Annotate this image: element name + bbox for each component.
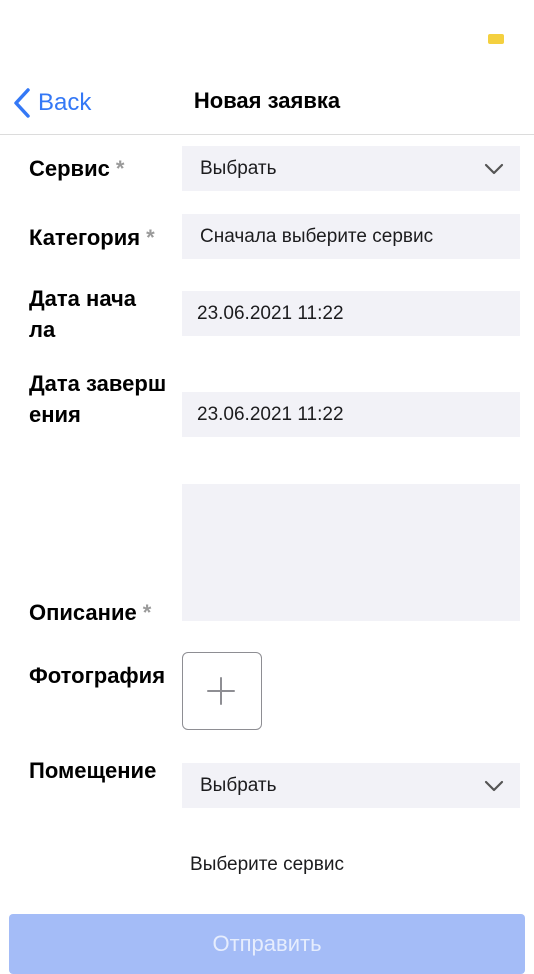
- category-select[interactable]: Сначала выберите сервис: [182, 214, 520, 259]
- description-label: Описание *: [29, 600, 152, 625]
- required-mark: *: [146, 225, 155, 250]
- end-date-label: Дата завершения: [29, 371, 167, 427]
- start-date-field[interactable]: 23.06.2021 11:22: [182, 291, 520, 336]
- required-mark: *: [115, 156, 125, 181]
- chevron-down-icon: [484, 163, 504, 174]
- category-value: Сначала выберите сервис: [200, 225, 434, 247]
- hint-text: Выберите сервис: [190, 854, 344, 875]
- nav-bar: Back Новая заявка: [0, 72, 534, 135]
- service-value: Выбрать: [200, 157, 277, 179]
- start-date-label: Дата начала: [29, 286, 137, 342]
- battery-icon: [488, 34, 504, 44]
- description-textarea[interactable]: [182, 484, 520, 621]
- page-title: Новая заявка: [193, 88, 341, 113]
- plus-icon: [207, 677, 235, 705]
- category-label: Категория *: [29, 225, 155, 250]
- end-date-value: 23.06.2021 11:22: [197, 403, 344, 425]
- required-mark: *: [142, 600, 152, 625]
- start-date-value: 23.06.2021 11:22: [197, 302, 344, 324]
- add-photo-button[interactable]: [182, 652, 262, 730]
- service-select[interactable]: Выбрать: [182, 146, 520, 191]
- room-select[interactable]: Выбрать: [182, 763, 520, 808]
- chevron-down-icon: [484, 780, 504, 791]
- end-date-field[interactable]: 23.06.2021 11:22: [182, 392, 520, 437]
- photo-label: Фотография: [29, 663, 166, 688]
- room-label: Помещение: [29, 758, 157, 783]
- submit-button[interactable]: Отправить: [9, 914, 525, 974]
- room-value: Выбрать: [200, 774, 277, 796]
- service-label: Сервис *: [29, 156, 125, 181]
